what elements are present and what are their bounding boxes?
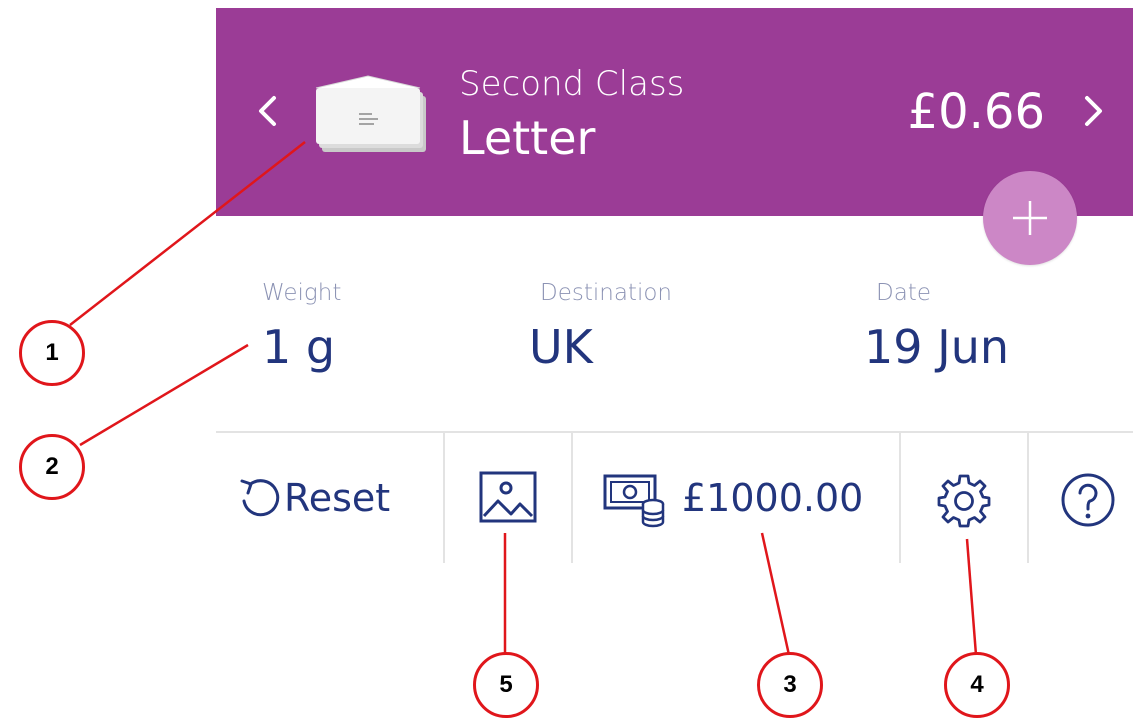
callout-marker: 5 [473, 652, 539, 718]
callout-marker: 1 [19, 320, 85, 386]
callout-marker: 2 [19, 434, 85, 500]
callout-marker: 4 [944, 652, 1010, 718]
annotation-lines [69, 141, 978, 656]
callout-marker: 3 [757, 652, 823, 718]
